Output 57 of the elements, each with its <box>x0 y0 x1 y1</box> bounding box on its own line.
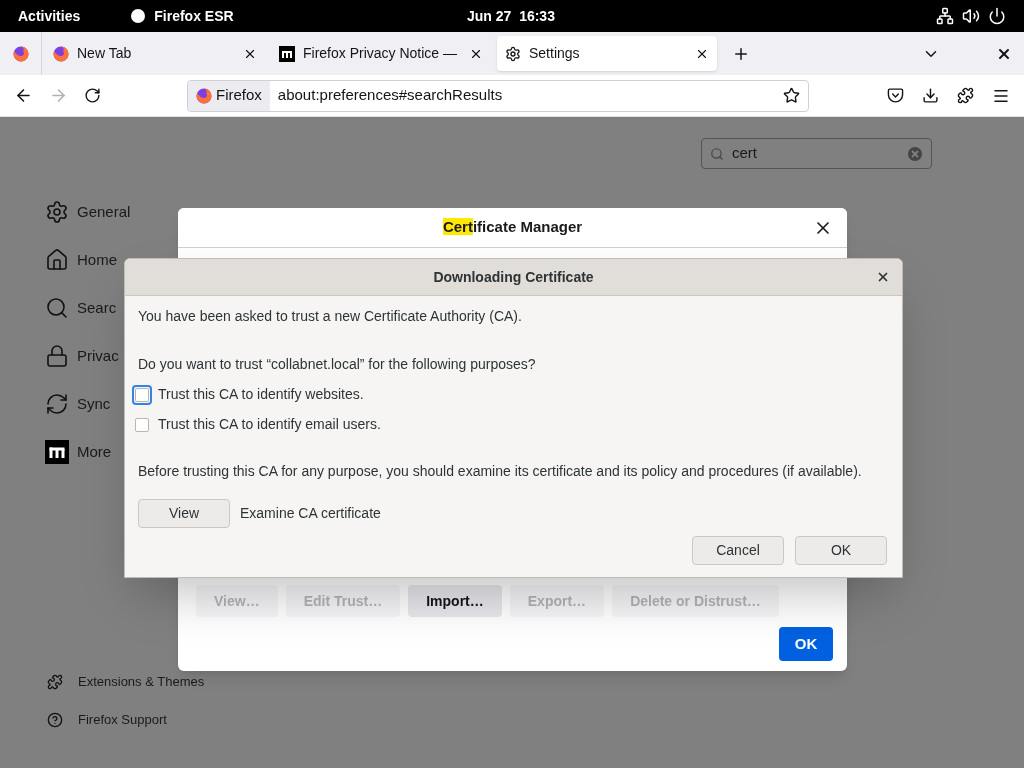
activities-button[interactable]: Activities <box>18 5 81 27</box>
reload-icon[interactable] <box>84 87 101 104</box>
footer-link[interactable]: Firefox Support <box>78 710 167 730</box>
settings-icon <box>45 200 69 224</box>
url-text: about:preferences#searchResults <box>277 85 504 106</box>
bookmark-star-icon[interactable] <box>783 87 800 104</box>
sidebar-item[interactable]: Home <box>77 248 117 272</box>
puzzle-icon <box>47 674 63 690</box>
sidebar-item[interactable]: Privac <box>77 344 119 368</box>
help-icon <box>47 712 63 728</box>
checkbox[interactable] <box>135 417 149 432</box>
download-icon[interactable] <box>922 87 939 104</box>
extensions-icon[interactable] <box>957 87 974 104</box>
home-icon <box>45 248 69 272</box>
clock[interactable]: Jun 27 16:33 <box>467 5 555 27</box>
clear-icon[interactable] <box>907 145 923 162</box>
address-bar[interactable]: Firefox about:preferences#searchResults <box>187 79 809 112</box>
checkbox-label[interactable]: Trust this CA to identify websites. <box>158 384 364 405</box>
close-icon[interactable] <box>876 270 890 284</box>
search-icon <box>45 296 69 320</box>
search-icon <box>710 146 724 161</box>
sidebar-item[interactable]: More <box>77 440 112 464</box>
identity-chip[interactable]: Firefox <box>188 80 270 111</box>
view-label: Examine CA certificate <box>240 504 381 523</box>
sync-icon <box>45 392 69 416</box>
checkbox-label[interactable]: Trust this CA to identify email users. <box>158 414 381 435</box>
ok-button[interactable]: OK <box>779 627 833 661</box>
power-icon[interactable] <box>988 7 1006 25</box>
intro-text: You have been asked to trust a new Certificate Authority (CA). <box>138 307 523 326</box>
ok-button[interactable]: OK <box>795 536 887 565</box>
back-icon[interactable] <box>14 86 33 105</box>
network-icon[interactable] <box>936 7 954 25</box>
sidebar-item[interactable]: Searc <box>77 296 117 320</box>
settings-icon <box>505 45 521 62</box>
app-menu[interactable]: Firefox ESR <box>154 5 234 27</box>
pocket-icon[interactable] <box>887 87 904 104</box>
firefox-logo-icon <box>12 45 29 62</box>
dialog-button[interactable]: Import… <box>408 585 502 617</box>
mozilla-logo-icon <box>279 45 295 62</box>
note-text: Before trusting this CA for any purpose, you should examine its certificate and its policy and procedures (if available). <box>138 462 863 481</box>
footer-link[interactable]: Extensions & Themes <box>78 672 205 692</box>
browser-tab[interactable]: Firefox Privacy Notice — <box>271 36 491 71</box>
lock-icon <box>45 344 69 368</box>
search-field[interactable]: cert <box>701 138 932 169</box>
app-icon <box>130 8 147 24</box>
browser-tab[interactable]: New Tab <box>45 36 265 71</box>
cancel-button[interactable]: Cancel <box>692 536 784 565</box>
mozilla-logo-icon <box>45 440 69 464</box>
browser-tab[interactable]: Settings <box>497 36 717 71</box>
firefox-logo-icon <box>196 87 212 104</box>
question-text: Do you want to trust “collabnet.local” for the following purposes? <box>138 355 537 374</box>
volume-icon[interactable] <box>962 7 980 25</box>
sidebar-item[interactable]: Sync <box>77 392 111 416</box>
sidebar-item[interactable]: General <box>77 200 131 224</box>
firefox-logo-icon <box>53 45 69 62</box>
dialog-title: Downloading Certificate <box>433 267 594 287</box>
view-button[interactable]: View <box>138 499 230 528</box>
